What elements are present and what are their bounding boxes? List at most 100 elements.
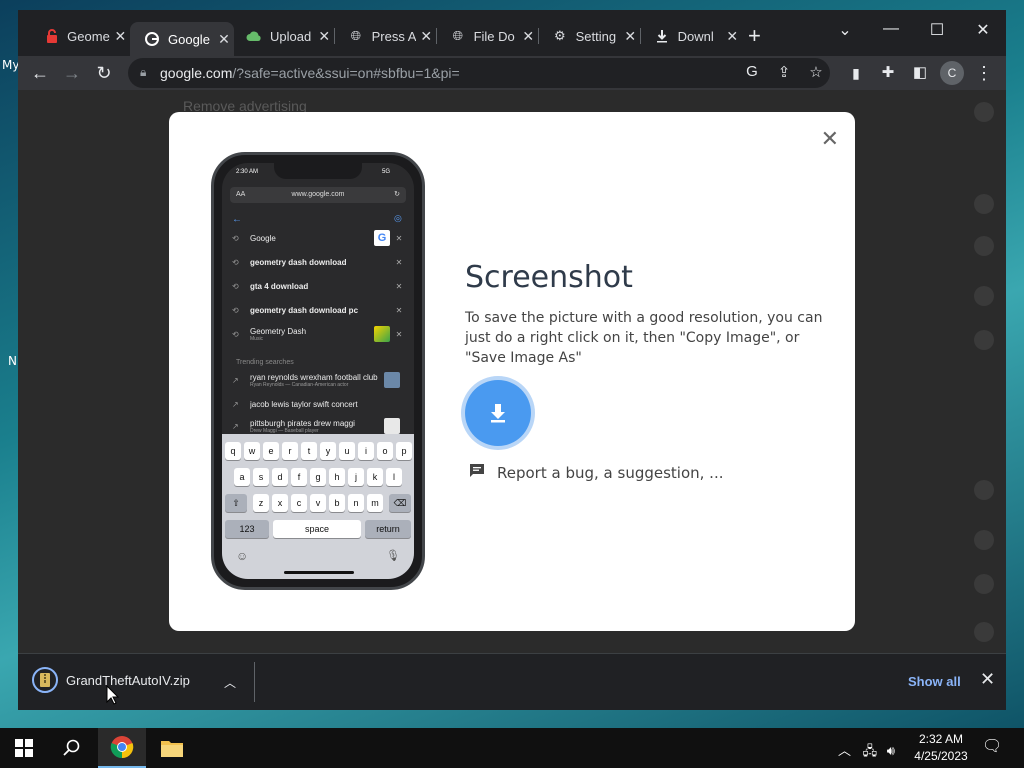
tab-google[interactable]: Google ✕ bbox=[130, 22, 234, 56]
rail-share-icon[interactable] bbox=[974, 530, 994, 550]
taskbar-file-explorer[interactable] bbox=[148, 728, 196, 768]
tab-press[interactable]: 🌐︎ Press A ✕ bbox=[334, 22, 434, 50]
phone-history-icon: ⟲ bbox=[232, 305, 239, 315]
close-icon[interactable]: ✕ bbox=[216, 31, 232, 48]
close-icon[interactable]: ✕ bbox=[113, 28, 128, 45]
bookmark-star-icon[interactable]: ☆ bbox=[806, 63, 826, 81]
tab-upload[interactable]: Upload ✕ bbox=[232, 22, 332, 50]
emoji-icon: ☺ bbox=[236, 549, 249, 563]
close-window-button[interactable]: ✕ bbox=[960, 20, 1006, 40]
taskbar: ︿ 🖧︎ 🔊︎ 2:32 AM 4/25/2023 🗨︎ bbox=[0, 728, 1024, 768]
rail-tag-icon[interactable] bbox=[974, 330, 994, 350]
close-icon[interactable]: ✕ bbox=[520, 28, 536, 45]
show-all-button[interactable]: Show all bbox=[908, 674, 961, 689]
notification-icon[interactable]: 🗨︎ bbox=[982, 736, 1002, 756]
phone-screenshot-image[interactable]: 2:30 AM 5G AA www.google.com ↻ ← ◎ ⟲ Goo… bbox=[211, 152, 425, 590]
phone-trending-item: ↗ ryan reynolds wrexham football club Rya… bbox=[232, 369, 404, 391]
extensions-puzzle-icon[interactable]: ✚ bbox=[876, 62, 900, 84]
tab-settings[interactable]: ⚙ Setting ✕ bbox=[538, 22, 638, 50]
google-lens-icon[interactable]: G bbox=[742, 63, 762, 80]
desktop-icon-label[interactable]: My bbox=[2, 58, 19, 72]
close-icon[interactable]: ✕ bbox=[622, 28, 638, 45]
phone-url-text: www.google.com bbox=[291, 191, 345, 198]
phone-remove-icon: ✕ bbox=[395, 305, 403, 315]
phone-suggestion-text: Google bbox=[250, 233, 276, 243]
phone-time: 2:30 AM bbox=[236, 169, 259, 175]
microphone-icon: 🎙︎ bbox=[386, 550, 400, 562]
search-button[interactable] bbox=[48, 728, 96, 768]
new-tab-button[interactable]: + bbox=[748, 23, 761, 49]
tab-label: Downl bbox=[677, 28, 714, 44]
maximize-button[interactable]: ☐ bbox=[914, 20, 960, 40]
phone-suggestion: ⟲ Google G ✕ bbox=[232, 227, 404, 249]
lock-red-icon bbox=[44, 28, 59, 44]
extension-clipboard-icon[interactable]: ▮ bbox=[844, 62, 868, 84]
network-icon[interactable]: 🖧︎ bbox=[863, 743, 878, 758]
taskbar-chrome[interactable] bbox=[98, 728, 146, 768]
start-button[interactable] bbox=[0, 728, 48, 768]
trending-arrow-icon: ↗ bbox=[232, 399, 239, 409]
share-icon[interactable]: ⇪ bbox=[774, 63, 794, 81]
key: c bbox=[291, 494, 307, 512]
rail-camera-icon[interactable] bbox=[974, 286, 994, 306]
phone-keyboard: q w e r t y u i o p a s d f g h j k l ⇧ … bbox=[222, 434, 414, 579]
close-shelf-button[interactable]: ✕ bbox=[980, 669, 995, 690]
key: z bbox=[253, 494, 269, 512]
gear-icon: ⚙ bbox=[553, 28, 566, 43]
phone-suggestion-text: gta 4 download bbox=[250, 281, 309, 291]
profile-avatar[interactable]: C bbox=[940, 61, 964, 85]
address-bar[interactable]: 🔒︎ google.com/?safe=active&ssui=on#sbfbu… bbox=[128, 58, 830, 88]
download-icon bbox=[491, 404, 505, 423]
tab-label: File Do bbox=[473, 28, 515, 44]
taskbar-clock[interactable]: 2:32 AM 4/25/2023 bbox=[906, 731, 976, 765]
back-button[interactable]: ← bbox=[28, 62, 52, 84]
rail-refresh-icon[interactable] bbox=[974, 236, 994, 256]
modal-close-button[interactable]: ✕ bbox=[821, 126, 839, 152]
chevron-up-icon[interactable]: ︿ bbox=[838, 743, 851, 758]
close-icon[interactable]: ✕ bbox=[317, 28, 332, 45]
key: u bbox=[339, 442, 355, 460]
key: h bbox=[329, 468, 345, 486]
reload-button[interactable]: ↻ bbox=[92, 62, 116, 84]
download-button[interactable] bbox=[465, 380, 531, 446]
toolbar: ← → ↻ 🔒︎ google.com/?safe=active&ssui=on… bbox=[18, 56, 1006, 90]
key: m bbox=[367, 494, 383, 512]
rail-help-icon[interactable] bbox=[974, 574, 994, 594]
phone-remove-icon: ✕ bbox=[395, 233, 403, 243]
key: q bbox=[225, 442, 241, 460]
key: t bbox=[301, 442, 317, 460]
rail-moon-icon[interactable] bbox=[974, 480, 994, 500]
menu-kebab-icon[interactable]: ⋮ bbox=[972, 62, 996, 84]
phone-url-bar: AA www.google.com ↻ bbox=[230, 187, 406, 203]
lock-icon[interactable]: 🔒︎ bbox=[140, 65, 146, 80]
download-filename: GrandTheftAutoIV.zip bbox=[66, 672, 190, 688]
key: j bbox=[348, 468, 364, 486]
report-bug-link[interactable]: Report a bug, a suggestion, ... bbox=[469, 463, 723, 483]
rail-settings-icon[interactable] bbox=[974, 622, 994, 642]
tab-file-do[interactable]: 🌐︎ File Do ✕ bbox=[436, 22, 536, 50]
phone-trending-item: ↗ jacob lewis taylor swift concert bbox=[232, 393, 404, 415]
rail-close-icon[interactable] bbox=[974, 102, 994, 122]
globe-icon: 🌐︎ bbox=[350, 28, 361, 43]
desktop-icon-label[interactable]: N bbox=[8, 354, 17, 368]
minimize-button[interactable]: — bbox=[868, 20, 914, 38]
volume-icon[interactable]: 🔊︎ bbox=[887, 743, 895, 758]
tab-downloads[interactable]: Downl ✕ bbox=[640, 22, 740, 50]
url-text[interactable]: google.com/?safe=active&ssui=on#sbfbu=1&… bbox=[160, 65, 460, 81]
tab-search-button[interactable]: ⌄ bbox=[822, 20, 868, 40]
chevron-up-icon[interactable]: ︿ bbox=[224, 674, 236, 691]
close-icon[interactable]: ✕ bbox=[724, 28, 740, 45]
tab-label: Google bbox=[168, 31, 210, 47]
phone-lens-icon: ◎ bbox=[394, 213, 402, 223]
phone-signal: 5G bbox=[382, 169, 391, 175]
forward-button[interactable]: → bbox=[60, 62, 84, 84]
tab-geome[interactable]: Geome ✕ bbox=[30, 22, 128, 50]
system-tray: ︿ 🖧︎ 🔊︎ bbox=[838, 740, 895, 764]
phone-history-icon: ⟲ bbox=[232, 257, 239, 267]
rail-history-icon[interactable] bbox=[974, 194, 994, 214]
close-icon[interactable]: ✕ bbox=[418, 28, 434, 45]
side-panel-icon[interactable]: ◧ bbox=[908, 62, 932, 84]
phone-history-icon: ⟲ bbox=[232, 329, 239, 339]
phone-font-size-label: AA bbox=[236, 191, 246, 198]
phone-suggestion: ⟲ geometry dash download pc ✕ bbox=[232, 299, 404, 321]
